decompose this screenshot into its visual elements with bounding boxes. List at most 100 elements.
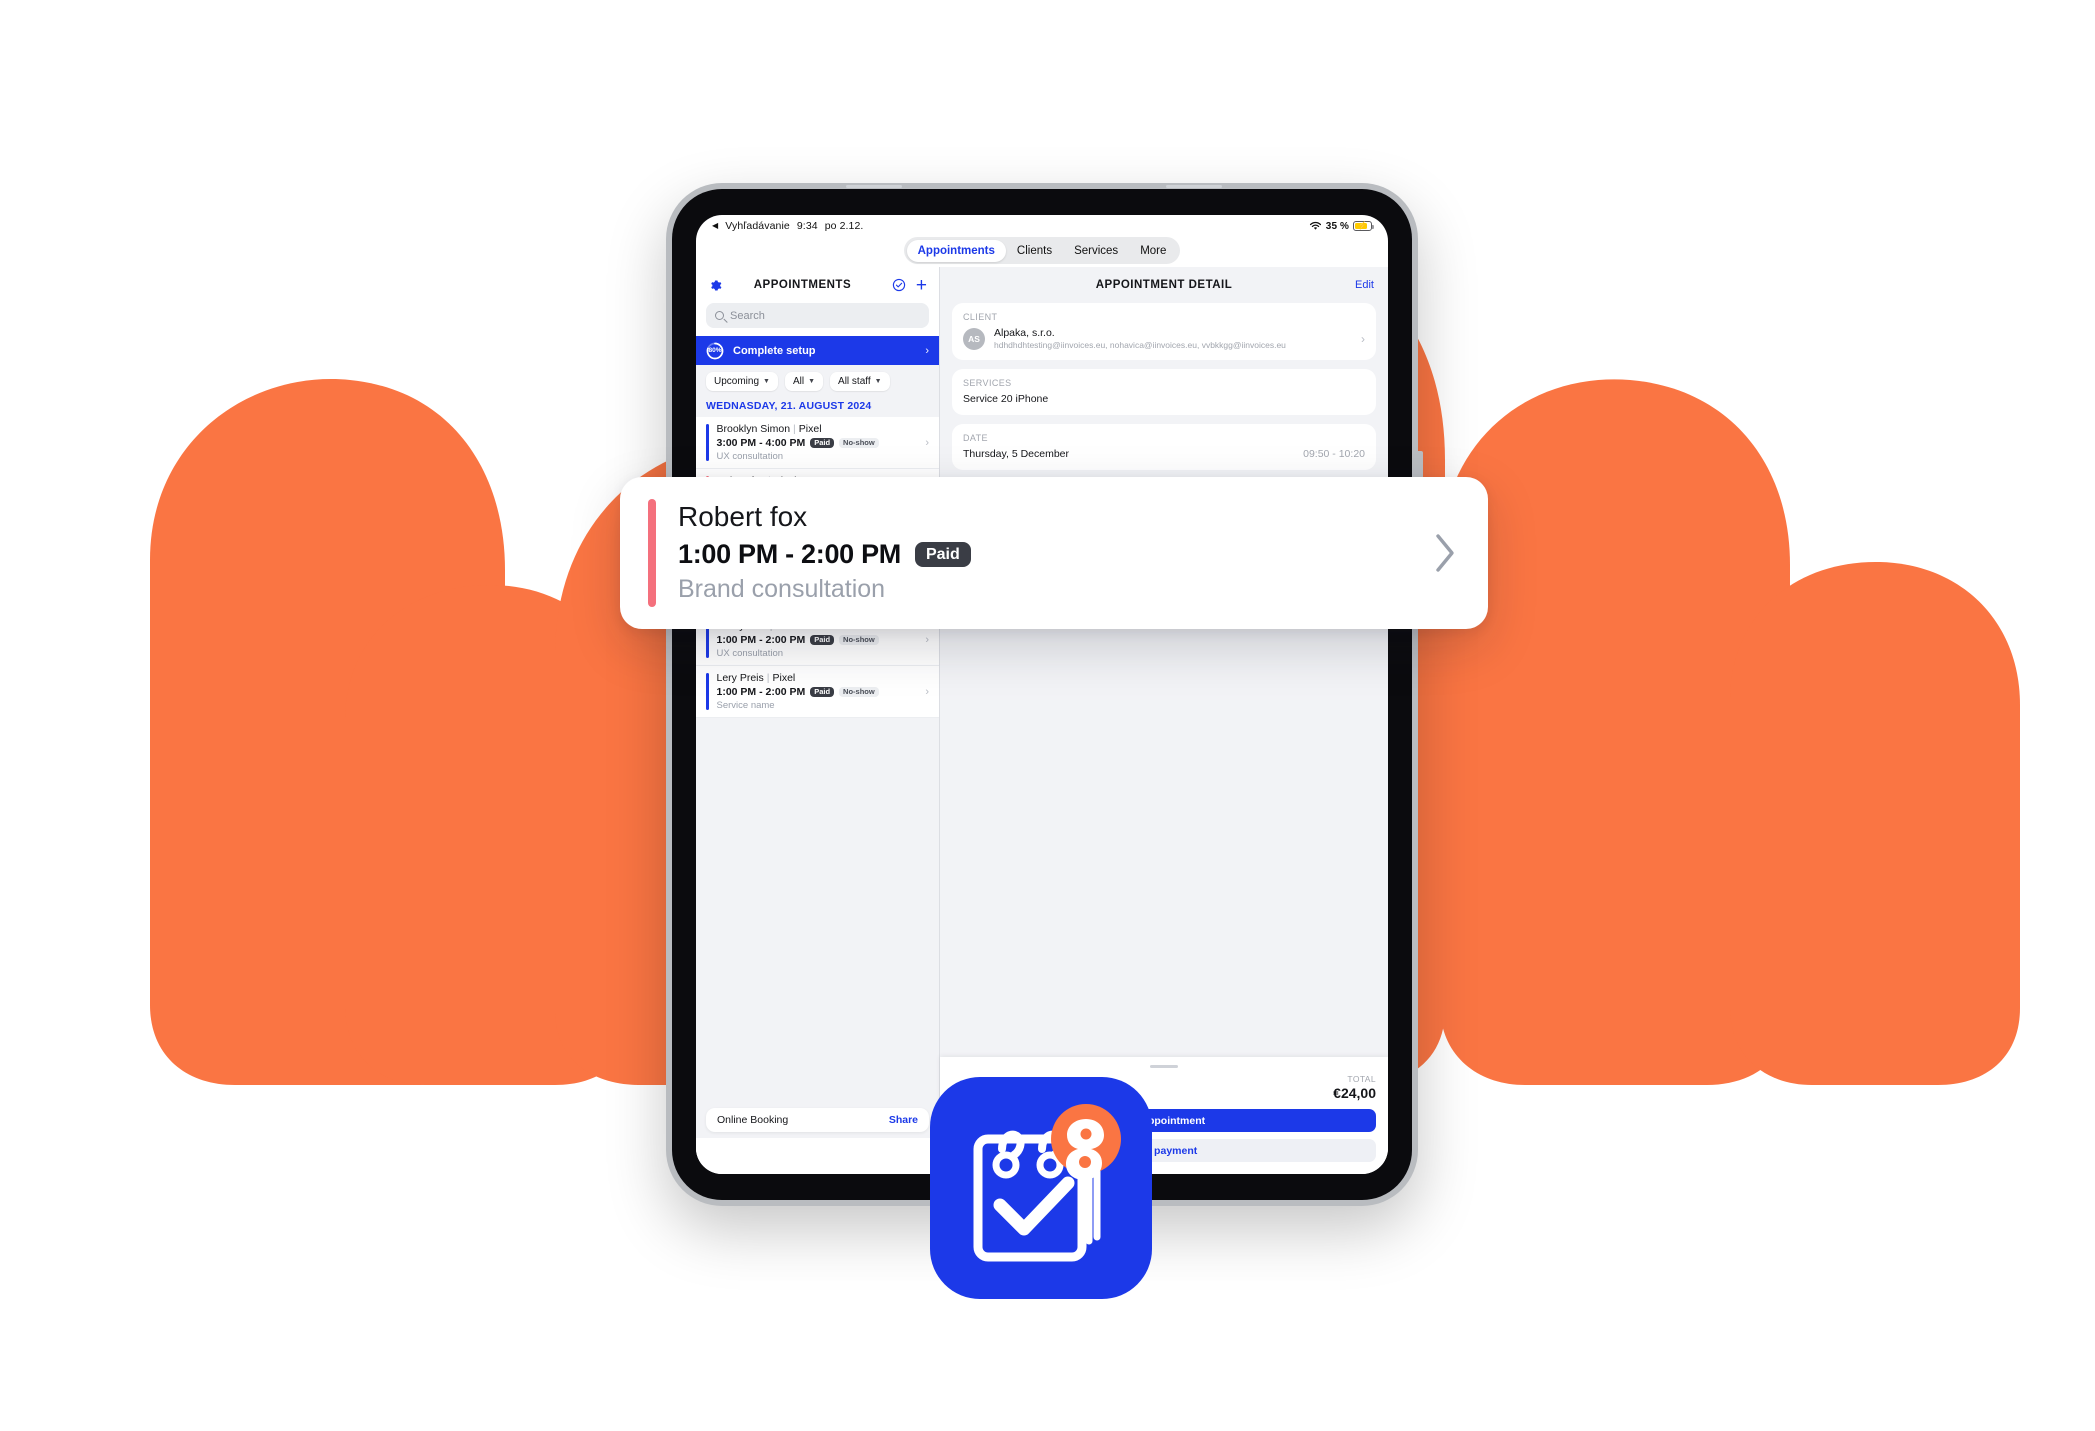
- chevron-right-icon[interactable]: [1414, 499, 1458, 607]
- appointment-client: Brooklyn Simon | Pixel: [716, 423, 822, 435]
- device-bezel: ◀ Vyhľadávanie 9:34 po 2.12. 35 % ⚡ Appo…: [672, 189, 1412, 1200]
- tab-clients[interactable]: Clients: [1006, 240, 1063, 262]
- appointments-app-icon[interactable]: [930, 1077, 1152, 1299]
- status-badge: Paid: [914, 541, 971, 568]
- appointment-service: UX consultation: [716, 648, 784, 659]
- split-view: APPOINTMENTS + Search 80% Complete setup…: [696, 267, 1388, 1174]
- appointment-body: Brooklyn Simon | Pixel 3:00 PM - 4:00 PM Pai…: [717, 423, 920, 462]
- tab-more[interactable]: More: [1129, 240, 1177, 262]
- progress-ring: 80%: [706, 342, 724, 360]
- date-time-range: 09:50 - 10:20: [1303, 448, 1365, 460]
- detail-header: APPOINTMENT DETAIL Edit: [940, 267, 1388, 303]
- antenna-line: [846, 185, 902, 188]
- filter-all[interactable]: All ▼: [784, 372, 824, 391]
- filter-label: All staff: [838, 376, 871, 387]
- appointment-accent-bar: [706, 673, 709, 710]
- appointment-service: UX consultation: [716, 451, 784, 462]
- battery-charging-icon: ⚡: [1353, 221, 1374, 231]
- filter-label: Upcoming: [714, 376, 760, 387]
- appointment-service: Service name: [716, 700, 775, 711]
- date-card[interactable]: DATE Thursday, 5 December 09:50 - 10:20: [952, 424, 1376, 470]
- appointment-row[interactable]: Brooklyn Simon | Pixel 3:00 PM - 4:00 PM Pai…: [696, 417, 939, 469]
- ios-status-bar: ◀ Vyhľadávanie 9:34 po 2.12. 35 % ⚡: [696, 215, 1388, 237]
- appointment-time: 1:00 PM - 2:00 PM: [716, 686, 806, 698]
- client-section-label: CLIENT: [963, 312, 998, 322]
- drag-handle[interactable]: [1150, 1065, 1178, 1068]
- status-badge: Paid: [810, 634, 835, 646]
- chevron-right-icon[interactable]: ›: [919, 634, 929, 646]
- status-back-label: Vyhľadávanie: [725, 220, 790, 232]
- status-date: po 2.12.: [824, 220, 864, 232]
- status-badge: Paid: [810, 437, 835, 449]
- filter-label: All: [792, 376, 805, 387]
- gear-icon[interactable]: [708, 278, 723, 293]
- plus-icon[interactable]: +: [916, 276, 927, 295]
- services-card[interactable]: SERVICES Service 20 iPhone: [952, 369, 1376, 415]
- status-time: 9:34: [796, 220, 818, 232]
- hero-time-range: 1:00 PM - 2:00 PM: [678, 539, 901, 570]
- date-value: Thursday, 5 December: [963, 448, 1070, 460]
- progress-percent-label: 80%: [708, 347, 722, 354]
- hero-service-name: Brand consultation: [678, 575, 886, 604]
- chevron-right-icon[interactable]: ›: [919, 437, 929, 449]
- tablet-device: ◀ Vyhľadávanie 9:34 po 2.12. 35 % ⚡ Appo…: [666, 183, 1423, 1206]
- chevron-right-icon: ›: [1361, 331, 1365, 346]
- appointment-detail-pane: APPOINTMENT DETAIL Edit CLIENT AS Alpaka…: [940, 267, 1388, 1174]
- main-tab-bar: Appointments Clients Services More: [696, 237, 1388, 267]
- complete-setup-banner[interactable]: 80% Complete setup ›: [696, 336, 939, 365]
- segmented-control: Appointments Clients Services More: [904, 237, 1180, 264]
- hero-client-name: Robert fox: [678, 501, 808, 533]
- search-container: Search: [696, 303, 939, 336]
- appointment-accent-bar: [706, 424, 709, 461]
- day-section-header: WEDNASDAY, 21. AUGUST 2024: [696, 397, 939, 417]
- search-input[interactable]: Search: [706, 303, 929, 328]
- chevron-right-icon[interactable]: ›: [919, 686, 929, 698]
- highlighted-appointment-card[interactable]: Robert fox 1:00 PM - 2:00 PM Paid Brand …: [620, 477, 1488, 629]
- back-arrow-icon: ◀: [712, 221, 719, 230]
- edit-button[interactable]: Edit: [1355, 279, 1374, 291]
- share-button[interactable]: Share: [889, 1114, 918, 1126]
- appointment-client: Lery Preis | Pixel: [716, 672, 796, 684]
- client-card[interactable]: CLIENT AS Alpaka, s.r.o. hdhdhdhtesting@…: [952, 303, 1376, 360]
- status-badge: No-show: [839, 437, 879, 449]
- appointment-accent-bar: [648, 499, 656, 607]
- filter-all-staff[interactable]: All staff ▼: [830, 372, 890, 391]
- date-section-label: DATE: [963, 433, 988, 443]
- client-emails: hdhdhdhtesting@iinvoices.eu, nohavica@ii…: [994, 340, 1286, 350]
- setup-banner-label: Complete setup: [733, 344, 816, 357]
- tab-appointments[interactable]: Appointments: [906, 239, 1006, 262]
- detail-title: APPOINTMENT DETAIL: [1095, 279, 1233, 291]
- appointments-list-pane: APPOINTMENTS + Search 80% Complete setup…: [696, 267, 940, 1174]
- appointment-time-row: 1:00 PM - 2:00 PM Paid No-show: [717, 634, 920, 646]
- screenshot-canvas: ◀ Vyhľadávanie 9:34 po 2.12. 35 % ⚡ Appo…: [0, 0, 2095, 1431]
- wifi-icon: [1309, 221, 1321, 230]
- status-badge: No-show: [839, 634, 879, 646]
- filter-upcoming[interactable]: Upcoming ▼: [706, 372, 778, 391]
- left-pane-footer-space: [696, 1138, 939, 1174]
- chevron-down-icon: ▼: [874, 378, 882, 385]
- search-placeholder: Search: [730, 309, 765, 322]
- battery-percent-label: 35 %: [1325, 220, 1349, 232]
- online-booking-label: Online Booking: [717, 1114, 789, 1126]
- chevron-down-icon: ▼: [808, 378, 816, 385]
- appointment-row[interactable]: Lery Preis | Pixel 1:00 PM - 2:00 PM Paid No-…: [696, 666, 939, 718]
- search-icon: [715, 311, 724, 320]
- chevron-right-icon: ›: [925, 344, 929, 357]
- left-pane-title: APPOINTMENTS: [753, 279, 852, 291]
- left-pane-header: APPOINTMENTS +: [696, 267, 939, 303]
- service-value: Service 20 iPhone: [963, 393, 1049, 405]
- status-badge: No-show: [839, 686, 879, 698]
- appointment-time: 1:00 PM - 2:00 PM: [716, 634, 806, 646]
- client-name: Alpaka, s.r.o.: [994, 327, 1055, 339]
- chevron-down-icon: ▼: [763, 378, 770, 385]
- appointment-time-row: 3:00 PM - 4:00 PM Paid No-show: [717, 437, 920, 449]
- device-screen: ◀ Vyhľadávanie 9:34 po 2.12. 35 % ⚡ Appo…: [696, 215, 1388, 1174]
- online-booking-row[interactable]: Online Booking Share: [706, 1108, 929, 1132]
- services-section-label: SERVICES: [963, 378, 1012, 388]
- status-badge: Paid: [810, 686, 835, 698]
- check-circle-icon[interactable]: [892, 278, 906, 292]
- appointment-time: 3:00 PM - 4:00 PM: [716, 437, 806, 449]
- tab-services[interactable]: Services: [1063, 240, 1129, 262]
- filter-row: Upcoming ▼ All ▼ All staff ▼: [696, 365, 939, 397]
- avatar: AS: [963, 327, 985, 350]
